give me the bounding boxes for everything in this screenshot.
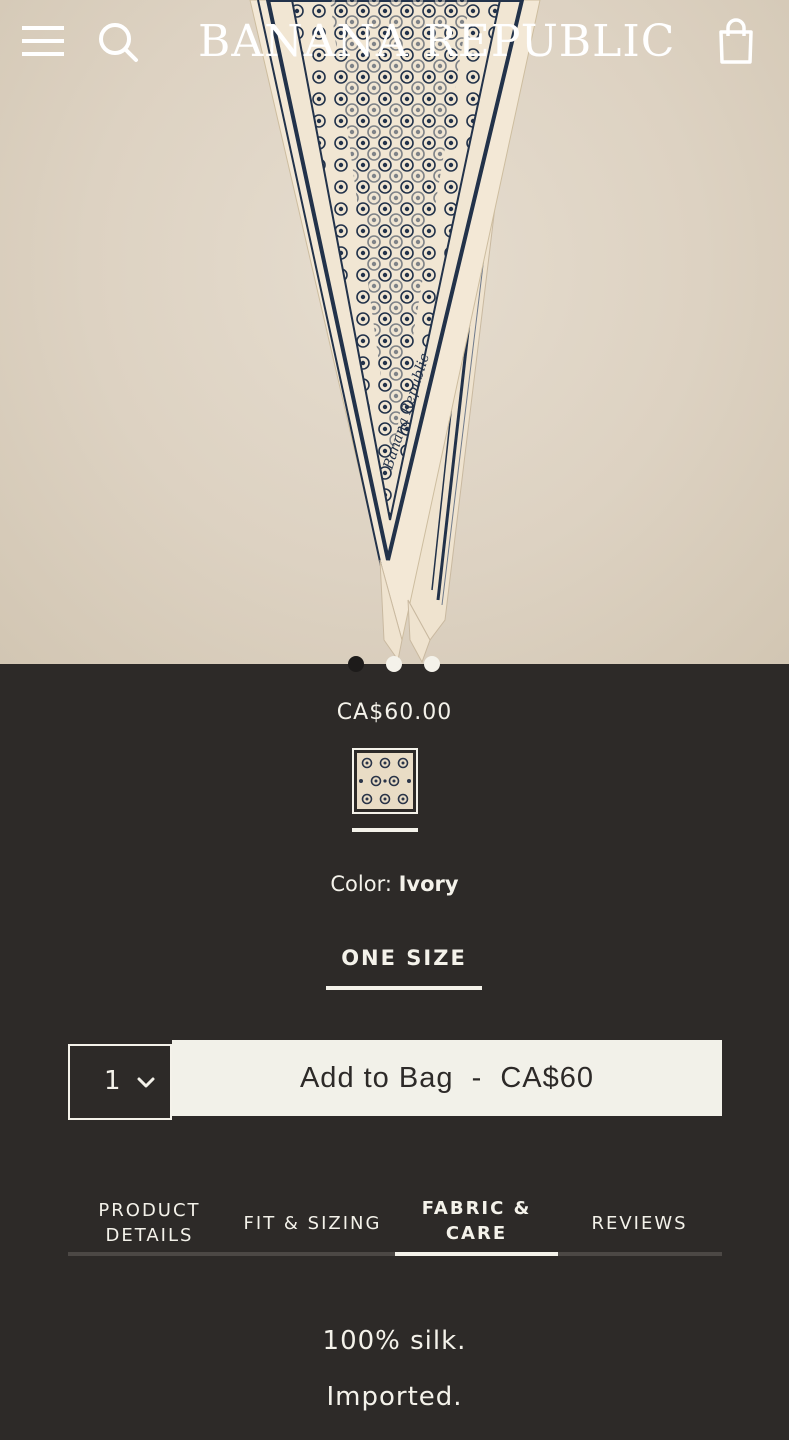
hamburger-menu-icon[interactable] bbox=[22, 24, 64, 58]
chevron-down-icon bbox=[137, 1077, 155, 1088]
carousel-dot-2[interactable] bbox=[386, 656, 402, 672]
color-value: Ivory bbox=[398, 872, 459, 896]
carousel-pagination bbox=[344, 656, 448, 672]
tab-reviews[interactable]: REVIEWS bbox=[558, 1190, 721, 1256]
tab-fabric-care[interactable]: FABRIC & CARE bbox=[395, 1190, 558, 1256]
tab-label: FIT & SIZING bbox=[243, 1212, 382, 1234]
tab-label: PRODUCT DETAILS bbox=[98, 1200, 201, 1246]
size-option-one-size[interactable]: ONE SIZE bbox=[326, 940, 482, 990]
carousel-dot-3[interactable] bbox=[424, 656, 440, 672]
quantity-select[interactable]: 1 bbox=[68, 1044, 172, 1120]
color-swatch-ivory[interactable] bbox=[352, 748, 418, 814]
tab-label: REVIEWS bbox=[591, 1212, 688, 1234]
color-label: Color: Ivory bbox=[0, 872, 789, 896]
tab-fit-sizing[interactable]: FIT & SIZING bbox=[231, 1190, 394, 1256]
product-info-tabs: PRODUCT DETAILS FIT & SIZING FABRIC & CA… bbox=[68, 1190, 722, 1256]
carousel-dot-1[interactable] bbox=[348, 656, 364, 672]
add-to-bag-button[interactable]: Add to Bag - CA$60 bbox=[172, 1040, 722, 1116]
swatch-selected-indicator bbox=[352, 828, 418, 832]
fabric-text: 100% silk. bbox=[322, 1326, 467, 1356]
brand-logo[interactable]: BANANA REPUBLIC bbox=[198, 16, 674, 68]
color-label-text: Color: bbox=[330, 872, 399, 896]
origin-text: Imported. bbox=[326, 1382, 463, 1412]
search-icon[interactable] bbox=[96, 20, 140, 64]
scarf-illustration: Banana Republic bbox=[249, 0, 541, 664]
shopping-bag-icon[interactable] bbox=[714, 18, 758, 66]
site-header: BANANA REPUBLIC bbox=[0, 0, 789, 86]
tab-product-details[interactable]: PRODUCT DETAILS bbox=[68, 1190, 231, 1256]
product-price: CA$60.00 bbox=[336, 700, 453, 725]
quantity-value: 1 bbox=[104, 1066, 121, 1096]
product-image[interactable]: Banana Republic bbox=[0, 0, 789, 664]
tab-label: FABRIC & CARE bbox=[421, 1198, 532, 1244]
